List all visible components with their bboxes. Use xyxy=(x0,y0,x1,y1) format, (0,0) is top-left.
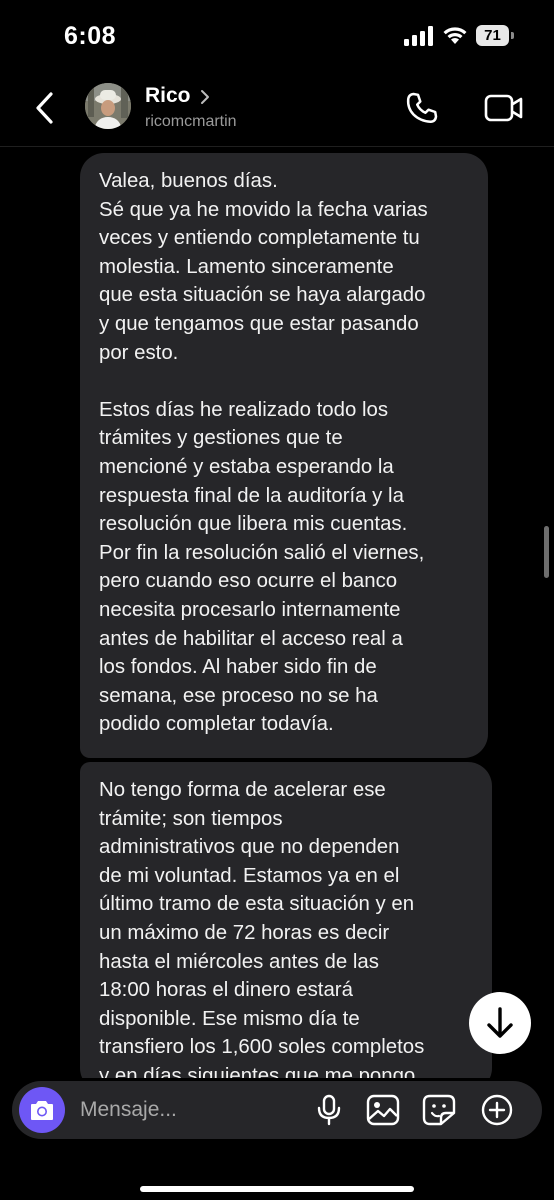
plus-circle-icon[interactable] xyxy=(480,1094,514,1126)
message-paragraph: Valea, buenos días. Sé que ya he movido … xyxy=(99,170,428,364)
status-time: 6:08 xyxy=(64,22,117,50)
camera-button[interactable] xyxy=(19,1087,65,1133)
home-indicator[interactable] xyxy=(140,1186,414,1192)
image-icon[interactable] xyxy=(366,1094,400,1126)
video-camera-icon[interactable] xyxy=(484,92,524,124)
contact-username[interactable]: ricomcmartin xyxy=(145,113,237,131)
arrow-down-icon xyxy=(487,1007,513,1038)
sticker-icon[interactable] xyxy=(422,1094,456,1126)
message-paragraph: Estos días he realizado todo los trámite… xyxy=(99,398,425,736)
chevron-left-icon[interactable] xyxy=(30,90,62,126)
battery-indicator: 71 xyxy=(476,25,516,47)
message-input[interactable] xyxy=(80,1096,280,1124)
message-composer xyxy=(12,1081,542,1139)
message-paragraph: No tengo forma de acelerar ese trámite; … xyxy=(99,779,425,1087)
avatar[interactable] xyxy=(85,83,131,129)
scroll-to-bottom-button[interactable] xyxy=(469,992,531,1054)
cellular-signal-icon xyxy=(404,26,433,46)
battery-level: 71 xyxy=(476,25,509,46)
camera-icon xyxy=(31,1101,53,1120)
contact-name[interactable]: Rico xyxy=(145,84,191,108)
status-bar: 6:08 71 xyxy=(0,0,554,72)
chevron-right-icon[interactable] xyxy=(198,88,212,106)
battery-tip xyxy=(511,32,514,39)
message-bubble[interactable]: No tengo forma de acelerar ese trámite; … xyxy=(80,762,492,1092)
chat-header: Rico ricomcmartin xyxy=(0,72,554,147)
phone-icon[interactable] xyxy=(404,90,440,126)
message-bubble[interactable]: Valea, buenos días. Sé que ya he movido … xyxy=(80,153,488,758)
microphone-icon[interactable] xyxy=(312,1094,346,1126)
scrollbar[interactable] xyxy=(544,526,549,578)
wifi-icon xyxy=(443,27,467,44)
